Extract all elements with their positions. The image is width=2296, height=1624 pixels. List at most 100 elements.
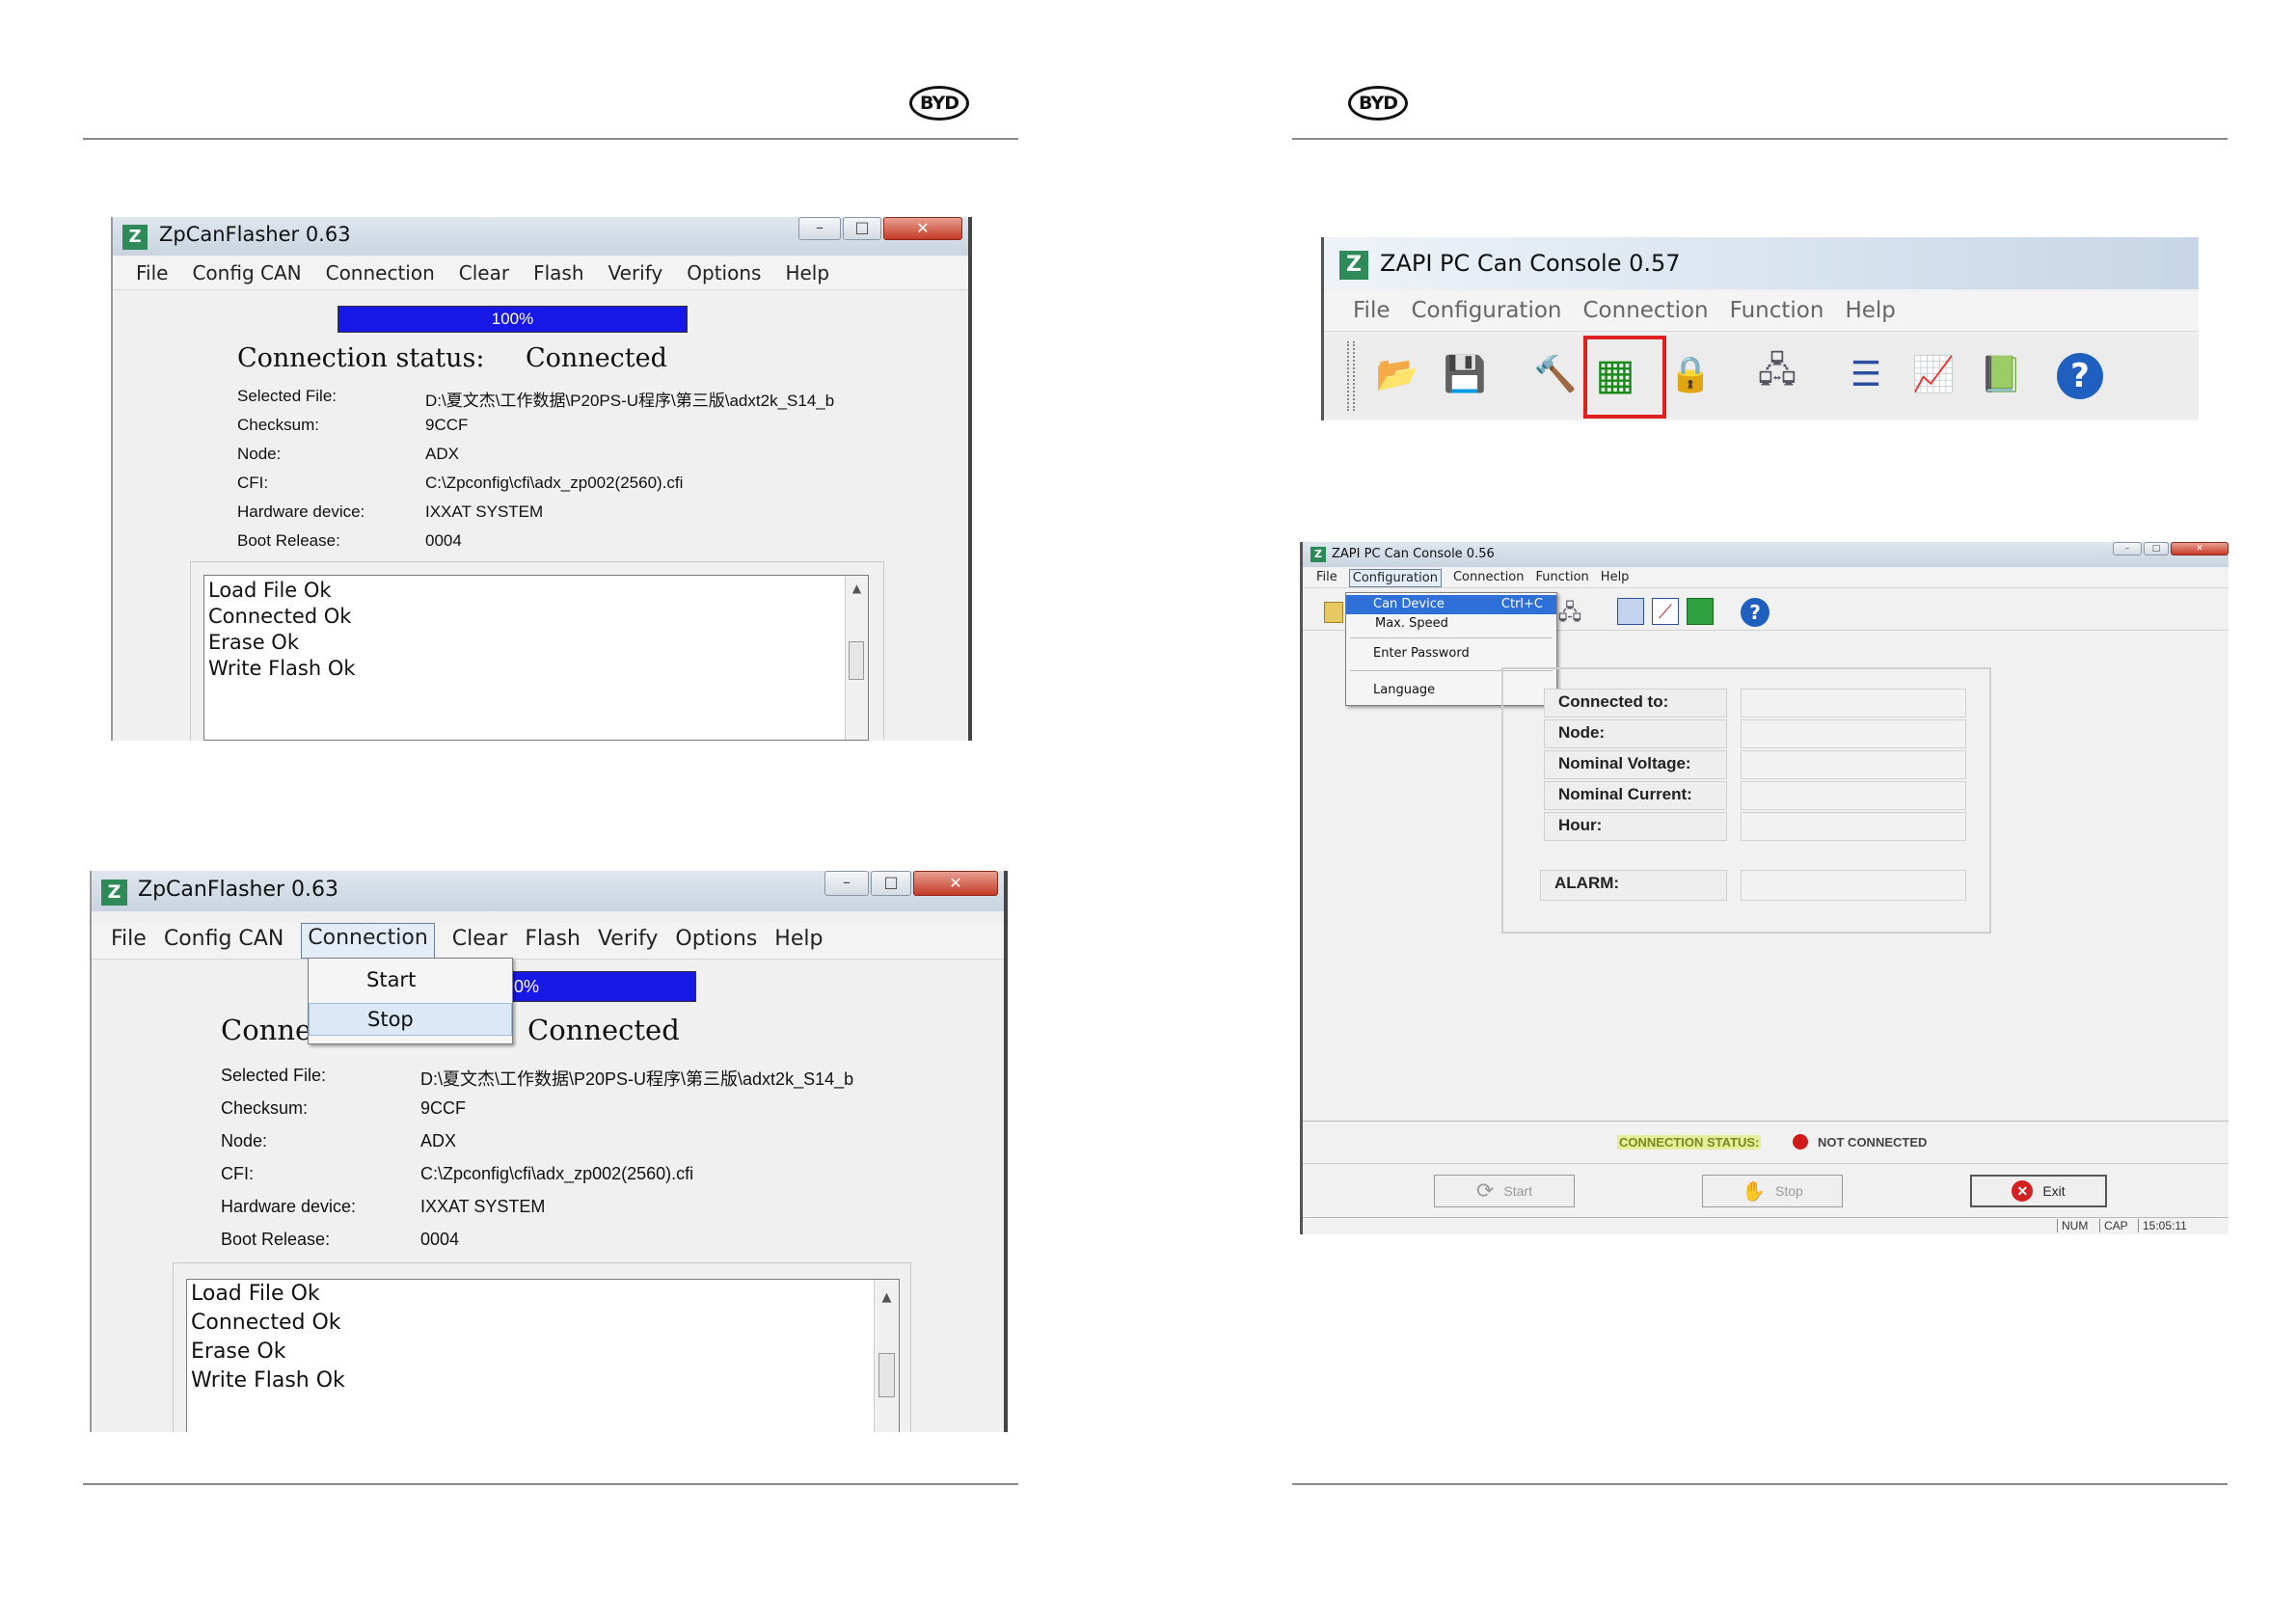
app-icon: Z xyxy=(1339,251,1368,280)
close-icon[interactable]: ✕ xyxy=(913,871,998,896)
field-label-hour: Hour: xyxy=(1544,812,1727,841)
menu-help[interactable]: Help xyxy=(1601,569,1630,587)
network-icon[interactable]: 🖧 xyxy=(1746,345,1808,403)
window-title: ZpCanFlasher 0.63 xyxy=(159,223,351,246)
chart-icon[interactable]: 📈 xyxy=(1903,345,1964,403)
dropdown-item-enter-password[interactable]: Enter Password xyxy=(1346,643,1556,664)
log-line: Load File Ok xyxy=(208,579,332,602)
menu-connection[interactable]: Connection xyxy=(1453,569,1525,587)
info-value-node: ADX xyxy=(425,445,459,463)
close-icon[interactable]: ✕ xyxy=(2171,542,2228,555)
menu-file[interactable]: File xyxy=(136,257,168,289)
menu-bar: File Configuration Connection Function H… xyxy=(1303,569,2228,588)
menu-configuration[interactable]: Configuration xyxy=(1348,569,1442,587)
dropdown-item-start[interactable]: Start xyxy=(309,964,512,995)
menu-configuration[interactable]: Configuration xyxy=(1412,291,1562,331)
menu-clear[interactable]: Clear xyxy=(459,257,509,289)
menu-flash[interactable]: Flash xyxy=(525,923,581,959)
exit-label: Exit xyxy=(2042,1183,2066,1199)
app-icon: Z xyxy=(1310,547,1326,562)
app-icon: Z xyxy=(122,225,148,250)
open-folder-icon[interactable]: 📂 xyxy=(1366,345,1428,403)
help-icon[interactable]: ? xyxy=(1741,598,1769,627)
can-device-shortcut: Ctrl+C xyxy=(1500,597,1543,611)
dropdown-item-stop[interactable]: Stop xyxy=(309,1003,512,1036)
info-label-cfi: CFI: xyxy=(221,1164,254,1183)
byd-logo-right: BYD xyxy=(1348,86,1408,121)
menu-config-can[interactable]: Config CAN xyxy=(164,923,284,959)
menu-config-can[interactable]: Config CAN xyxy=(192,257,301,289)
minimize-icon[interactable]: – xyxy=(824,871,869,896)
scroll-up-icon[interactable]: ▲ xyxy=(846,576,868,602)
maximize-icon[interactable]: □ xyxy=(843,217,881,240)
field-value-node xyxy=(1741,719,1966,748)
status-strip xyxy=(1303,1121,2228,1122)
maximize-icon[interactable]: □ xyxy=(2144,542,2169,555)
flasher-window-1: Z ZpCanFlasher 0.63 – □ ✕ File Config CA… xyxy=(111,217,972,741)
network-icon[interactable]: 🖧 xyxy=(1555,596,1584,625)
dropdown-item-max-speed[interactable]: Max. Speed xyxy=(1346,614,1556,634)
menu-verify[interactable]: Verify xyxy=(598,923,658,959)
save-icon[interactable]: 💾 xyxy=(1434,345,1496,403)
menu-help[interactable]: Help xyxy=(785,257,829,289)
log-box[interactable]: Load File Ok Connected Ok Erase Ok Write… xyxy=(186,1279,900,1432)
chart-icon[interactable]: ⟋ xyxy=(1652,598,1679,625)
log-box[interactable]: Load File Ok Connected Ok Erase Ok Write… xyxy=(203,575,869,741)
scroll-up-icon[interactable]: ▲ xyxy=(875,1280,899,1313)
connection-status-value: NOT CONNECTED xyxy=(1818,1135,1928,1150)
menu-file[interactable]: File xyxy=(111,923,147,959)
menu-clear[interactable]: Clear xyxy=(452,923,508,959)
menu-options[interactable]: Options xyxy=(687,257,761,289)
title-bar: Z ZpCanFlasher 0.63 – □ ✕ xyxy=(113,217,968,256)
menu-help[interactable]: Help xyxy=(774,923,823,959)
progress-bar: 100% xyxy=(338,306,688,333)
menu-flash[interactable]: Flash xyxy=(533,257,583,289)
dropdown-item-can-device[interactable]: Can Device Ctrl+C xyxy=(1346,595,1556,614)
tools-icon[interactable]: 🔨 xyxy=(1525,345,1586,403)
minimize-icon[interactable]: – xyxy=(798,217,841,240)
help-icon[interactable]: ? xyxy=(2057,353,2103,399)
maximize-icon[interactable]: □ xyxy=(871,871,911,896)
info-panel: Selected File: D:\夏文杰\工作数据\P20PS-U程序\第三版… xyxy=(237,387,968,570)
status-time: 15:05:11 xyxy=(2138,1219,2187,1232)
menu-connection[interactable]: Connection xyxy=(326,257,435,289)
open-folder-icon[interactable] xyxy=(1324,602,1343,623)
log-scrollbar[interactable]: ▲ xyxy=(845,576,868,740)
menu-file[interactable]: File xyxy=(1316,569,1337,587)
menu-function[interactable]: Function xyxy=(1730,291,1824,331)
window-title: ZAPI PC Can Console 0.56 xyxy=(1332,547,1495,561)
menu-file[interactable]: File xyxy=(1353,291,1391,331)
menu-function[interactable]: Function xyxy=(1536,569,1589,587)
zapi-console-057-window: Z ZAPI PC Can Console 0.57 File Configur… xyxy=(1321,237,2199,420)
menu-help[interactable]: Help xyxy=(1845,291,1895,331)
menu-options[interactable]: Options xyxy=(675,923,757,959)
info-value-node: ADX xyxy=(420,1131,457,1150)
menu-bar: File Config CAN Connection Clear Flash V… xyxy=(92,923,1004,960)
menu-connection[interactable]: Connection xyxy=(1582,291,1708,331)
info-label-node: Node: xyxy=(237,445,282,463)
log-scrollbar[interactable]: ▲ xyxy=(874,1280,899,1432)
lock-icon[interactable]: 🔒 xyxy=(1660,345,1721,403)
window-controls: – □ ✕ xyxy=(824,871,998,896)
minimize-icon[interactable]: – xyxy=(2113,542,2142,555)
list-icon[interactable]: ☰ xyxy=(1835,345,1897,403)
stop-button[interactable]: ✋ Stop xyxy=(1702,1175,1843,1207)
info-label-node: Node: xyxy=(221,1131,268,1150)
log-line: Write Flash Ok xyxy=(191,1368,345,1393)
scroll-thumb[interactable] xyxy=(878,1353,895,1397)
info-label-boot-release: Boot Release: xyxy=(221,1230,331,1249)
stop-hand-icon: ✋ xyxy=(1742,1180,1767,1203)
scroll-thumb[interactable] xyxy=(849,641,864,680)
close-icon[interactable]: ✕ xyxy=(883,217,962,240)
exit-button[interactable]: ✕ Exit xyxy=(1970,1175,2107,1207)
connection-status-value: Connected xyxy=(527,1014,680,1046)
menu-connection[interactable]: Connection xyxy=(301,923,435,959)
window-controls: – □ ✕ xyxy=(798,217,962,240)
list-icon[interactable] xyxy=(1617,598,1644,625)
book-icon[interactable]: 📗 xyxy=(1970,345,2032,403)
menu-verify[interactable]: Verify xyxy=(608,257,663,289)
field-value-alarm xyxy=(1741,870,1966,901)
log-line: Erase Ok xyxy=(191,1340,286,1364)
start-button[interactable]: ⟳ Start xyxy=(1434,1175,1575,1207)
book-icon[interactable] xyxy=(1687,598,1714,625)
